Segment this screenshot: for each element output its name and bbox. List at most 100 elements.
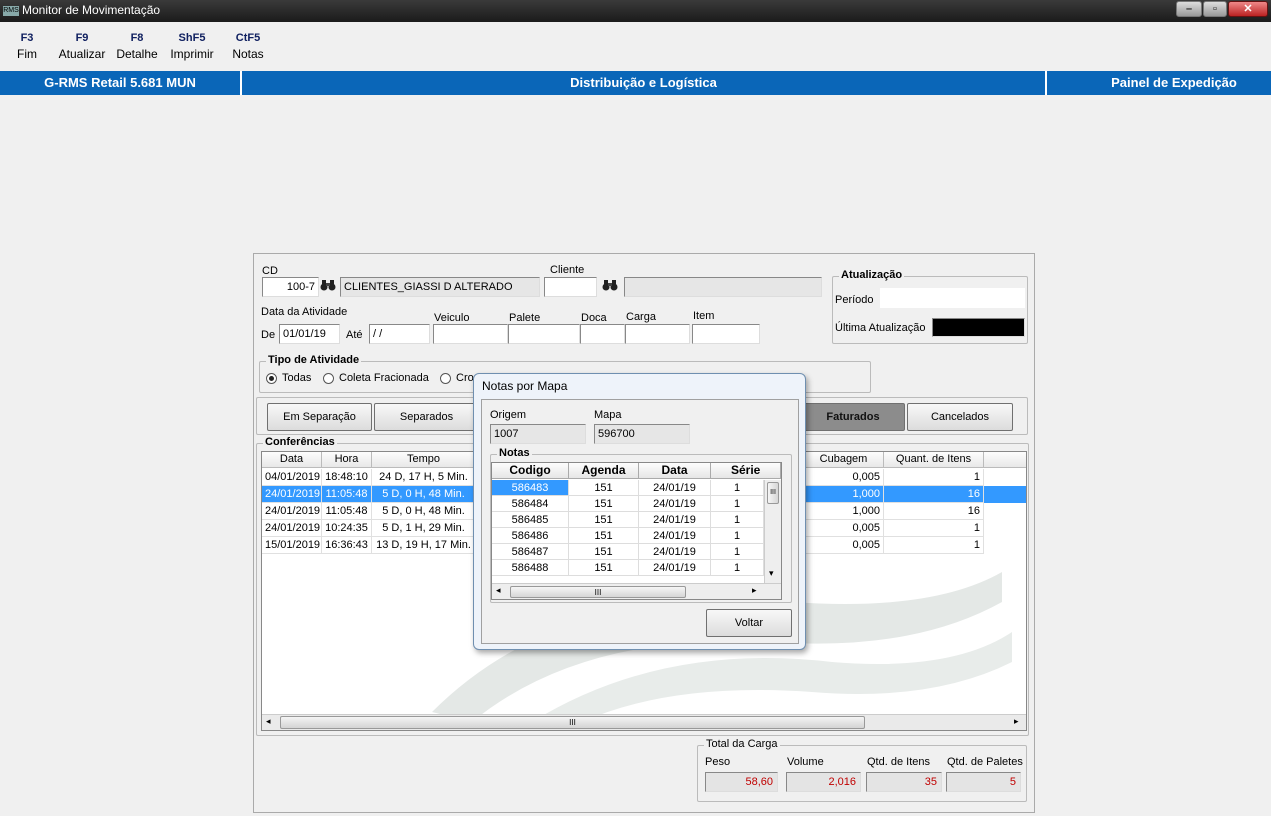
column-header-data[interactable]: Data <box>639 463 711 479</box>
cancelados-button[interactable]: Cancelados <box>907 403 1013 431</box>
toolbar-imprimir[interactable]: ShF5 Imprimir <box>166 30 218 62</box>
faturados-button[interactable]: Faturados <box>801 403 905 431</box>
column-header-data[interactable]: Data <box>262 452 322 468</box>
cliente-input[interactable] <box>544 277 597 297</box>
cd-label: CD <box>262 265 278 277</box>
cell-data: 04/01/2019 <box>262 469 322 486</box>
scroll-right-icon[interactable]: ▸ <box>1014 716 1019 727</box>
data-de-input[interactable]: 01/01/19 <box>279 324 340 344</box>
cell-tempo: 5 D, 0 H, 48 Min. <box>372 486 476 503</box>
notas-cell-agenda: 151 <box>569 512 639 528</box>
cd-input[interactable]: 100-7 <box>262 277 319 297</box>
radio-label: Todas <box>282 372 312 384</box>
volume-label: Volume <box>787 756 824 768</box>
notas-cell-codigo[interactable]: 586488 <box>492 560 569 576</box>
cell-hora: 16:36:43 <box>322 537 372 554</box>
veiculo-label: Veiculo <box>434 312 470 324</box>
cell-cubagem: 0,005 <box>804 520 884 537</box>
column-header-codigo[interactable]: Codigo <box>492 463 569 479</box>
minimize-button[interactable]: – <box>1176 1 1202 17</box>
scroll-thumb[interactable]: III <box>767 482 779 504</box>
doca-label: Doca <box>581 312 607 324</box>
column-header-agenda[interactable]: Agenda <box>569 463 639 479</box>
notas-cell-codigo[interactable]: 586486 <box>492 528 569 544</box>
item-input[interactable] <box>692 324 760 344</box>
cliente-label: Cliente <box>550 264 585 276</box>
column-header-cubagem[interactable]: Cubagem <box>804 452 884 468</box>
palete-input[interactable] <box>508 324 580 344</box>
scroll-thumb[interactable]: III <box>280 716 865 729</box>
notas-cell-codigo[interactable]: 586483 <box>492 480 569 496</box>
scroll-left-icon[interactable]: ◂ <box>266 716 271 727</box>
fkey-label: F9 <box>75 32 89 44</box>
notas-cell-agenda: 151 <box>569 480 639 496</box>
notas-cell-codigo[interactable]: 586484 <box>492 496 569 512</box>
close-button[interactable]: ✕ <box>1228 1 1268 17</box>
toolbar-fim[interactable]: F3 Fim <box>1 30 53 62</box>
dialog-title: Notas por Mapa <box>482 379 568 393</box>
radio-cros[interactable] <box>440 373 451 384</box>
horizontal-scrollbar[interactable]: ◂ III ▸ <box>262 714 1026 730</box>
radio-coleta-fracionada[interactable] <box>323 373 334 384</box>
binoculars-icon[interactable] <box>601 278 619 296</box>
binoculars-icon[interactable] <box>319 278 337 296</box>
dialog-body: Origem 1007 Mapa 596700 Notas Codigo Age… <box>481 399 799 644</box>
notas-cell-serie: 1 <box>711 480 764 496</box>
column-header-serie[interactable]: Série <box>711 463 781 479</box>
cell-tempo: 5 D, 1 H, 29 Min. <box>372 520 476 537</box>
voltar-button[interactable]: Voltar <box>706 609 792 637</box>
fkey-action: Detalhe <box>116 47 158 61</box>
qtd-itens-field: 35 <box>866 772 942 792</box>
toolbar-atualizar[interactable]: F9 Atualizar <box>56 30 108 62</box>
cell-data: 24/01/2019 <box>262 486 322 503</box>
column-header-tempo[interactable]: Tempo <box>372 452 476 468</box>
cell-hora: 10:24:35 <box>322 520 372 537</box>
fkey-action: Notas <box>232 47 264 61</box>
notas-table[interactable]: Codigo Agenda Data Série 586483 151 24/01/… <box>491 462 782 600</box>
cell-tempo: 13 D, 19 H, 17 Min. <box>372 537 476 554</box>
scroll-thumb[interactable]: III <box>510 586 686 598</box>
fkey-label: ShF5 <box>178 32 206 44</box>
cell-data: 24/01/2019 <box>262 520 322 537</box>
app-icon: RMS <box>3 6 19 16</box>
cell-cubagem: 1,000 <box>804 503 884 520</box>
radio-label: Coleta Fracionada <box>339 372 429 384</box>
notas-title: Notas <box>497 447 532 459</box>
scroll-left-icon[interactable]: ◂ <box>496 585 501 596</box>
vertical-scrollbar[interactable]: III ▾ <box>764 480 781 583</box>
de-label: De <box>261 329 276 341</box>
horizontal-scrollbar[interactable]: ◂ III ▸ <box>492 583 781 599</box>
veiculo-input[interactable] <box>433 324 508 344</box>
origem-label: Origem <box>490 409 527 421</box>
fkey-label: F3 <box>20 32 34 44</box>
radio-todas[interactable] <box>266 373 277 384</box>
origem-field: 1007 <box>490 424 586 444</box>
scroll-right-icon[interactable]: ▸ <box>752 585 757 596</box>
module-header: G-RMS Retail 5.681 MUN Distribuição e Lo… <box>0 71 1271 95</box>
doca-input[interactable] <box>580 324 625 344</box>
cell-itens: 16 <box>884 486 984 503</box>
notas-cell-codigo[interactable]: 586485 <box>492 512 569 528</box>
column-header-hora[interactable]: Hora <box>322 452 372 468</box>
cell-data: 24/01/2019 <box>262 503 322 520</box>
notas-cell-codigo[interactable]: 586487 <box>492 544 569 560</box>
notas-cell-agenda: 151 <box>569 496 639 512</box>
toolbar-detalhe[interactable]: F8 Detalhe <box>111 30 163 62</box>
separados-button[interactable]: Separados <box>374 403 479 431</box>
toolbar-notas[interactable]: CtF5 Notas <box>222 30 274 62</box>
column-header-quant-itens[interactable]: Quant. de Itens <box>884 452 984 468</box>
notas-cell-data: 24/01/19 <box>639 496 711 512</box>
maximize-button[interactable]: ▫ <box>1203 1 1227 17</box>
fkey-action: Imprimir <box>170 47 214 61</box>
window-title: Monitor de Movimentação <box>22 3 161 17</box>
notas-cell-data: 24/01/19 <box>639 512 711 528</box>
mapa-label: Mapa <box>594 409 622 421</box>
total-carga-title: Total da Carga <box>704 738 780 750</box>
scroll-down-icon[interactable]: ▾ <box>769 568 774 579</box>
title-bar: RMS Monitor de Movimentação – ▫ ✕ <box>0 0 1271 22</box>
atualizacao-title: Atualização <box>839 269 905 281</box>
qtd-itens-label: Qtd. de Itens <box>867 756 930 768</box>
data-ate-input[interactable]: / / <box>369 324 430 344</box>
carga-input[interactable] <box>625 324 690 344</box>
em-separacao-button[interactable]: Em Separação <box>267 403 372 431</box>
